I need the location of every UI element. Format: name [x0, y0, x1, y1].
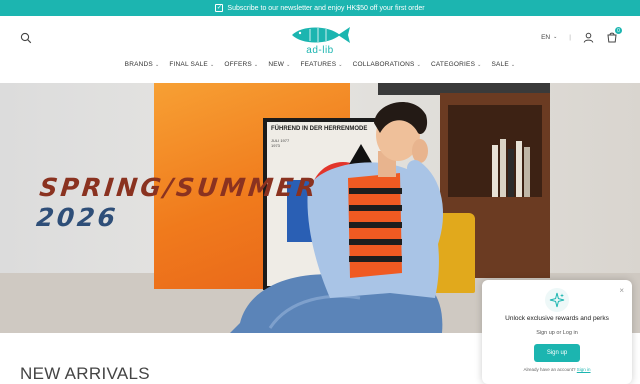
nav-label: FEATURES — [300, 61, 337, 68]
fish-logo-icon — [292, 27, 350, 43]
hero-headline-season: SPRING/SUMMER — [38, 173, 320, 202]
chevron-down-icon: ⌄ — [553, 34, 558, 40]
chevron-down-icon: ⌄ — [154, 61, 160, 68]
nav-label: COLLABORATIONS — [352, 61, 415, 68]
popup-footer: Already have an account? Sign in — [482, 367, 632, 372]
nav-label: FINAL SALE — [169, 61, 208, 68]
book — [524, 147, 530, 197]
nav-label: CATEGORIES — [430, 61, 476, 68]
sparkle-icon — [545, 288, 569, 312]
site-header: ad-lib EN ⌄ | 0 BRANDS ⌄ FINAL SALE ⌄ OFFE… — [0, 16, 640, 83]
search-icon[interactable] — [20, 32, 32, 44]
announcement-bar[interactable]: ✓ Subscribe to our newsletter and enjoy … — [0, 0, 640, 16]
cart-count-badge: 0 — [615, 27, 622, 34]
account-icon[interactable] — [583, 32, 594, 43]
announcement-text: Subscribe to our newsletter and enjoy HK… — [227, 4, 425, 12]
hero-headline: SPRING/SUMMER 2026 — [35, 173, 320, 233]
nav-item-collaborations[interactable]: COLLABORATIONS ⌄ — [353, 61, 421, 68]
checkbox-icon: ✓ — [215, 4, 224, 12]
chevron-down-icon: ⌄ — [416, 61, 421, 68]
nav-item-final-sale[interactable]: FINAL SALE ⌄ — [169, 61, 214, 68]
logo-text: ad-lib — [306, 45, 334, 56]
nav-item-brands[interactable]: BRANDS ⌄ — [125, 61, 160, 68]
nav-label: SALE — [491, 61, 509, 68]
chevron-down-icon: ⌄ — [286, 61, 291, 68]
book — [516, 141, 522, 197]
nav-item-categories[interactable]: CATEGORIES ⌄ — [431, 61, 482, 68]
book — [500, 139, 506, 197]
book — [508, 149, 514, 197]
header-tools: EN ⌄ | 0 — [541, 27, 622, 43]
popup-subtitle: Sign up or Log in — [536, 330, 578, 336]
main-nav: BRANDS ⌄ FINAL SALE ⌄ OFFERS ⌄ NEW ⌄ FEATURE… — [0, 61, 640, 68]
nav-label: BRANDS — [124, 61, 153, 68]
nav-item-new[interactable]: NEW ⌄ — [268, 61, 290, 68]
chevron-down-icon: ⌄ — [510, 61, 516, 68]
popup-title: Unlock exclusive rewards and perks — [505, 315, 609, 322]
rewards-popup: × Unlock exclusive rewards and perks Sig… — [482, 280, 632, 384]
bookshelf-inner — [448, 105, 542, 197]
divider: | — [569, 33, 571, 41]
nav-item-offers[interactable]: OFFERS ⌄ — [224, 61, 258, 68]
sign-up-button[interactable]: Sign up — [534, 344, 580, 362]
book — [492, 145, 498, 197]
chevron-down-icon: ⌄ — [477, 61, 482, 68]
hero-headline-year: 2026 — [34, 203, 120, 232]
section-title: NEW ARRIVALS — [20, 364, 150, 383]
sign-in-link[interactable]: Sign in — [577, 367, 591, 372]
nav-item-features[interactable]: FEATURES ⌄ — [300, 61, 342, 68]
popup-footer-text: Already have an account? — [523, 367, 576, 372]
nav-label: OFFERS — [224, 61, 252, 68]
chevron-down-icon: ⌄ — [338, 61, 343, 68]
language-label: EN — [541, 33, 551, 41]
nav-label: NEW — [268, 61, 285, 68]
nav-item-sale[interactable]: SALE ⌄ — [492, 61, 516, 68]
cart-button[interactable]: 0 — [606, 27, 622, 43]
language-selector[interactable]: EN ⌄ — [541, 34, 557, 41]
site-logo[interactable]: ad-lib — [288, 24, 352, 60]
chevron-down-icon: ⌄ — [209, 61, 215, 68]
chevron-down-icon: ⌄ — [253, 61, 259, 68]
close-icon[interactable]: × — [619, 286, 624, 295]
